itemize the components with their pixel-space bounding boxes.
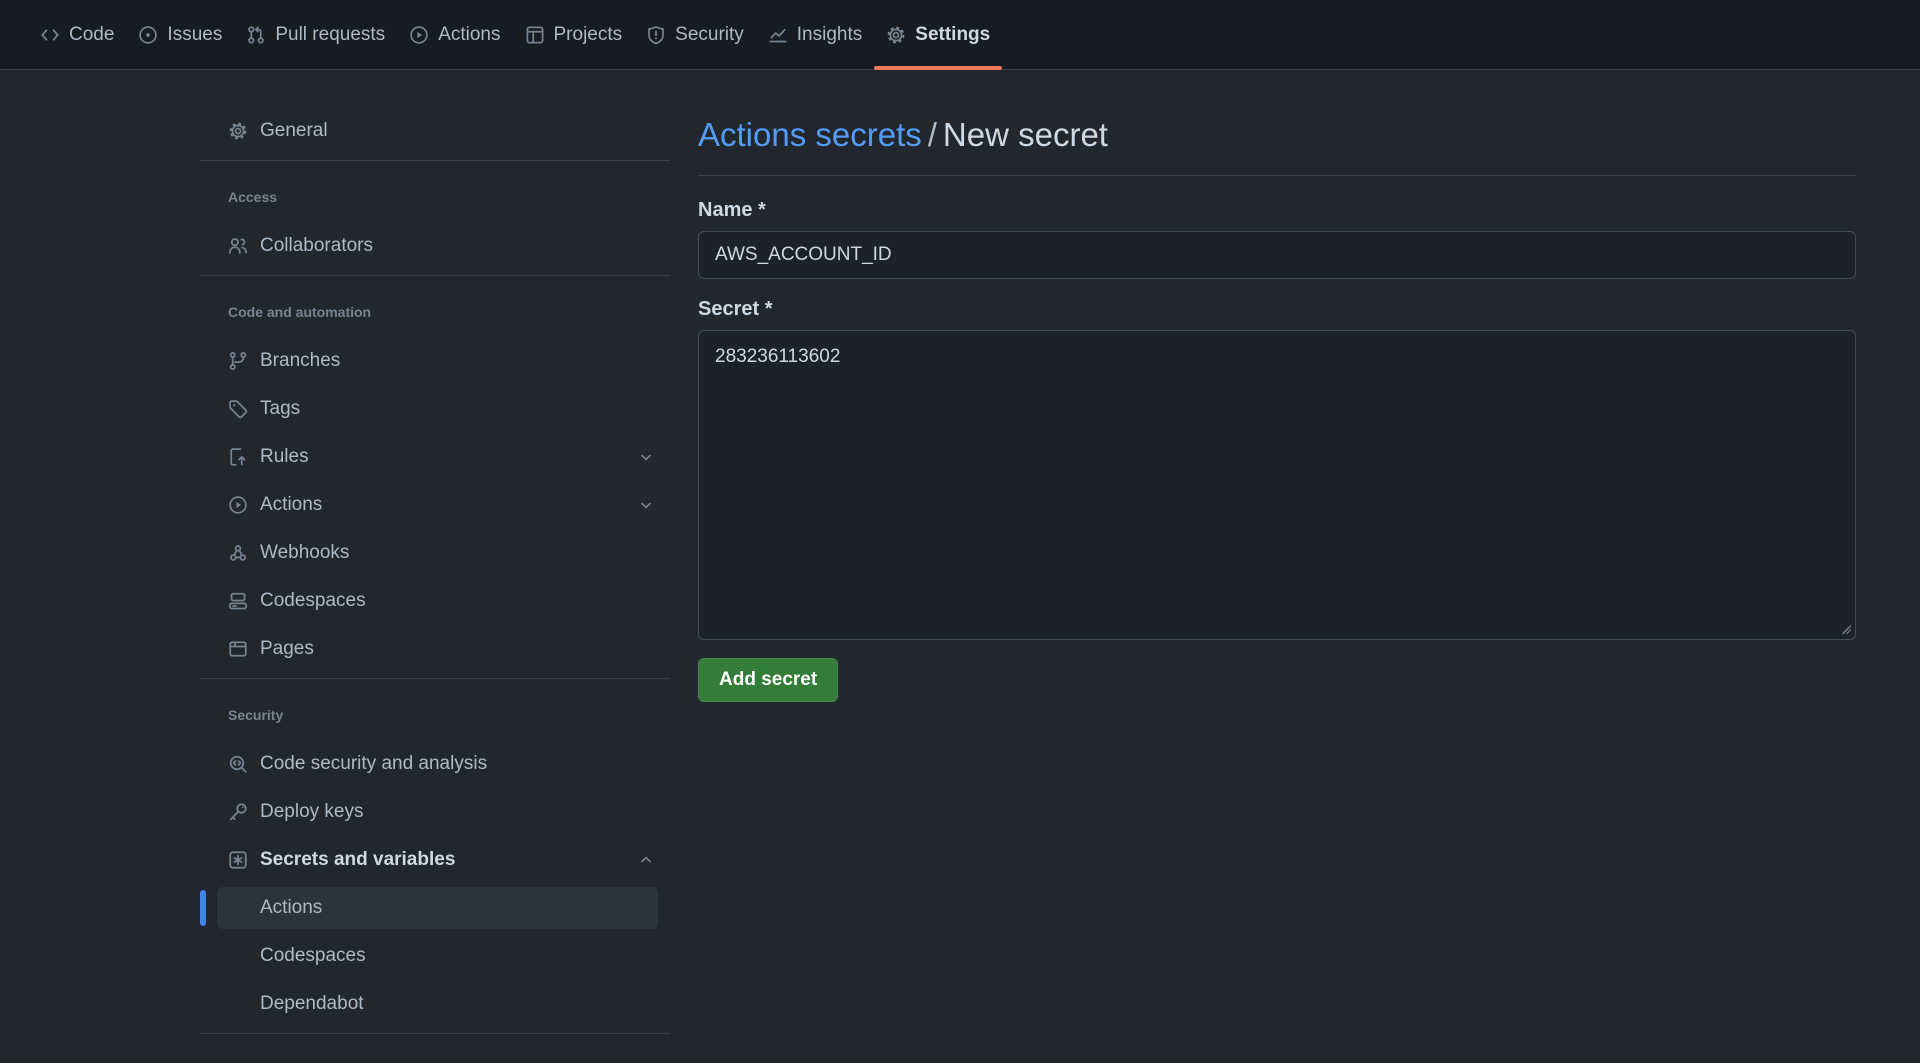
code-icon <box>40 25 60 45</box>
sidebar-subitem-dependabot[interactable]: Dependabot <box>217 983 658 1025</box>
sidebar-section-title-code-automation: Code and automation <box>200 304 670 320</box>
sidebar-item-codespaces[interactable]: Codespaces <box>200 580 670 622</box>
chevron-down-icon <box>638 497 654 513</box>
sidebar-item-label: Code security and analysis <box>260 753 487 775</box>
sidebar-divider <box>200 1033 670 1034</box>
tab-label: Projects <box>554 24 623 46</box>
sidebar-item-label: Tags <box>260 398 300 420</box>
key-icon <box>228 802 248 822</box>
sidebar-divider <box>200 275 670 276</box>
sidebar-item-code-security[interactable]: Code security and analysis <box>200 743 670 785</box>
sidebar-item-label: Pages <box>260 638 314 660</box>
play-icon <box>409 25 429 45</box>
sidebar-section-title-security: Security <box>200 707 670 723</box>
sidebar-item-label: Deploy keys <box>260 801 364 823</box>
breadcrumb-current: New secret <box>943 116 1108 153</box>
sidebar-divider <box>200 160 670 161</box>
sidebar-section-title-access: Access <box>200 189 670 205</box>
tag-icon <box>228 399 248 419</box>
secret-value-textarea[interactable]: 283236113602 <box>698 330 1856 640</box>
sidebar-item-actions[interactable]: Actions <box>200 484 670 526</box>
sidebar-subitem-actions[interactable]: Actions <box>217 887 658 929</box>
page-title: Actions secrets/New secret <box>698 114 1856 155</box>
table-icon <box>525 25 545 45</box>
issue-opened-icon <box>138 25 158 45</box>
sidebar-subitem-codespaces[interactable]: Codespaces <box>217 935 658 977</box>
main-content: Actions secrets/New secret Name * Secret… <box>698 70 1856 702</box>
secret-name-input[interactable] <box>698 231 1856 279</box>
chevron-down-icon <box>638 449 654 465</box>
repo-tab-nav: Code Issues Pull requests Actions Projec… <box>0 0 1920 70</box>
tab-settings[interactable]: Settings <box>874 0 1002 69</box>
browser-icon <box>228 639 248 659</box>
gear-icon <box>886 25 906 45</box>
sidebar-item-label: Codespaces <box>260 590 366 612</box>
sidebar-item-tags[interactable]: Tags <box>200 388 670 430</box>
sidebar-divider <box>200 678 670 679</box>
name-field-label: Name * <box>698 198 1856 223</box>
git-pull-request-icon <box>246 25 266 45</box>
sidebar-subitem-label: Actions <box>260 897 322 919</box>
sidebar-item-secrets-and-variables[interactable]: Secrets and variables <box>200 839 670 881</box>
sidebar-item-general[interactable]: General <box>200 110 670 152</box>
tab-label: Security <box>675 24 744 46</box>
tab-label: Actions <box>438 24 500 46</box>
gear-icon <box>228 121 248 141</box>
sidebar-item-label: Secrets and variables <box>260 849 455 871</box>
add-secret-button[interactable]: Add secret <box>698 658 838 702</box>
heading-divider <box>698 175 1856 176</box>
sidebar-item-deploy-keys[interactable]: Deploy keys <box>200 791 670 833</box>
tab-actions[interactable]: Actions <box>397 0 512 69</box>
sidebar-item-label: Webhooks <box>260 542 349 564</box>
sidebar-item-label: Branches <box>260 350 340 372</box>
sidebar-item-label: Collaborators <box>260 235 373 257</box>
breadcrumb-separator: / <box>922 116 943 153</box>
shield-icon <box>646 25 666 45</box>
sidebar-item-label: Rules <box>260 446 309 468</box>
sidebar-item-label: Actions <box>260 494 322 516</box>
codescan-icon <box>228 754 248 774</box>
sidebar-item-branches[interactable]: Branches <box>200 340 670 382</box>
tab-insights[interactable]: Insights <box>756 0 874 69</box>
actions-secrets-breadcrumb-link[interactable]: Actions secrets <box>698 116 922 153</box>
sidebar-item-rules[interactable]: Rules <box>200 436 670 478</box>
tab-label: Code <box>69 24 114 46</box>
settings-layout: General Access Collaborators Code and au… <box>0 70 1920 1042</box>
tab-label: Insights <box>797 24 862 46</box>
rules-icon <box>228 447 248 467</box>
tab-security[interactable]: Security <box>634 0 756 69</box>
tab-code[interactable]: Code <box>28 0 126 69</box>
play-icon <box>228 495 248 515</box>
key-asterisk-icon <box>228 850 248 870</box>
sidebar-subitem-label: Codespaces <box>260 945 366 967</box>
sidebar-subitem-label: Dependabot <box>260 993 364 1015</box>
tab-label: Issues <box>167 24 222 46</box>
sidebar-item-label: General <box>260 120 328 142</box>
tab-label: Pull requests <box>275 24 385 46</box>
sidebar-item-collaborators[interactable]: Collaborators <box>200 225 670 267</box>
tab-projects[interactable]: Projects <box>513 0 635 69</box>
codespaces-icon <box>228 591 248 611</box>
tab-pull-requests[interactable]: Pull requests <box>234 0 397 69</box>
sidebar-item-pages[interactable]: Pages <box>200 628 670 670</box>
people-icon <box>228 236 248 256</box>
secret-textarea-wrapper: 283236113602 <box>698 330 1856 640</box>
settings-sidebar: General Access Collaborators Code and au… <box>200 70 670 1042</box>
secret-field-label: Secret * <box>698 297 1856 322</box>
webhook-icon <box>228 543 248 563</box>
chevron-up-icon <box>638 852 654 868</box>
graph-icon <box>768 25 788 45</box>
tab-label: Settings <box>915 24 990 46</box>
git-branch-icon <box>228 351 248 371</box>
sidebar-item-webhooks[interactable]: Webhooks <box>200 532 670 574</box>
tab-issues[interactable]: Issues <box>126 0 234 69</box>
